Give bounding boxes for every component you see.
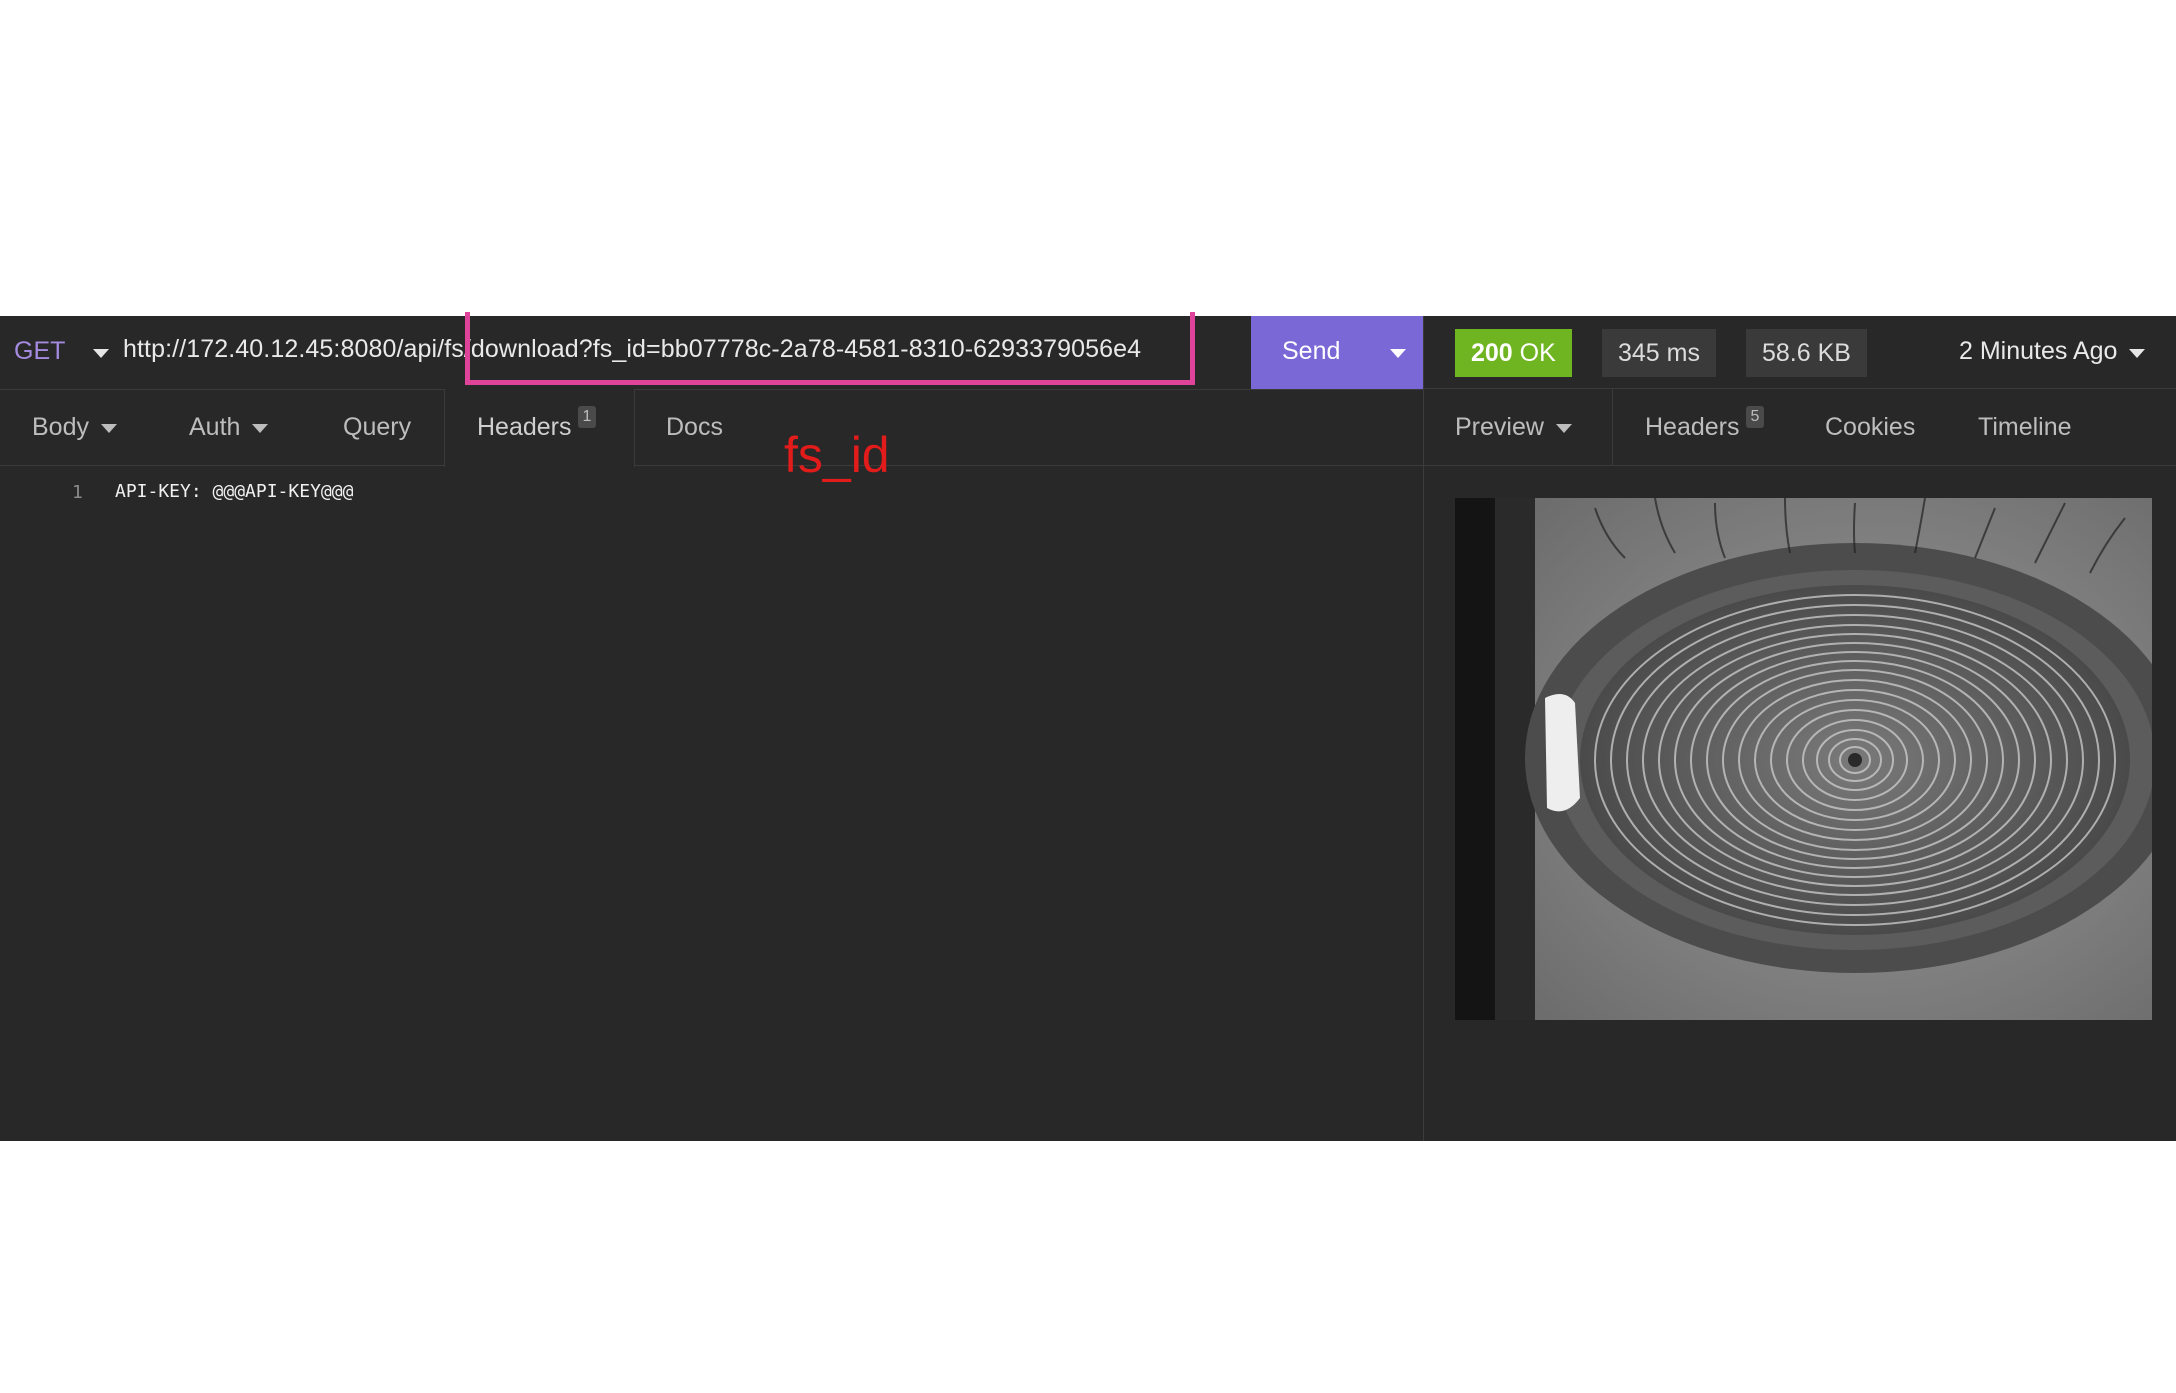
status-text: OK [1519, 339, 1556, 367]
tab-label: Preview [1455, 413, 1544, 441]
tab-body[interactable]: Body [32, 389, 117, 466]
send-button[interactable]: Send [1251, 316, 1423, 389]
status-code: 200 [1471, 339, 1513, 367]
chevron-down-icon [1555, 423, 1572, 433]
tab-auth[interactable]: Auth [189, 389, 269, 466]
header-count-badge: 5 [1745, 406, 1765, 428]
eye-image [1455, 498, 2152, 1020]
code-line[interactable]: API-KEY: @@@API-KEY@@@ [115, 481, 353, 502]
status-badge: 200 OK [1455, 329, 1572, 377]
annotation-highlight-box [465, 312, 1195, 385]
api-client-window: GET http://172.40.12.45:8080/api/fs/down… [0, 312, 2176, 1141]
http-method-selector[interactable]: GET [14, 337, 65, 366]
tab-response-headers[interactable]: Headers 5 [1612, 389, 1812, 466]
tab-label: Headers [477, 413, 572, 441]
tab-headers[interactable]: Headers 1 [444, 389, 635, 467]
tab-label: Docs [666, 413, 723, 441]
response-status-bar: 200 OK 345 ms 58.6 KB 2 Minutes Ago [1423, 316, 2176, 389]
tab-query[interactable]: Query [343, 389, 411, 466]
tab-docs[interactable]: Docs [666, 389, 723, 466]
chevron-down-icon [100, 423, 117, 433]
tab-label: Headers [1645, 413, 1740, 441]
tab-label: Auth [189, 413, 241, 441]
response-tabs: Preview Headers 5 Cookies Timeline [1423, 389, 2176, 466]
tab-label: Query [343, 413, 412, 441]
response-image-preview [1455, 498, 2152, 1020]
response-size: 58.6 KB [1746, 329, 1867, 377]
send-button-label: Send [1282, 337, 1341, 365]
request-tabs: Body Auth Query Headers 1 Docs [0, 389, 1423, 467]
chevron-down-icon[interactable] [1390, 349, 1406, 358]
chevron-down-icon[interactable] [2129, 349, 2145, 358]
headers-editor[interactable]: 1 API-KEY: @@@API-KEY@@@ [0, 466, 1423, 1141]
chevron-down-icon[interactable] [93, 349, 109, 358]
response-preview-pane [1423, 466, 2176, 1141]
line-number: 1 [72, 482, 83, 503]
response-time: 345 ms [1602, 329, 1716, 377]
tab-label: Timeline [1978, 413, 2072, 441]
response-history-selector[interactable]: 2 Minutes Ago [1959, 337, 2117, 366]
header-count-badge: 1 [577, 406, 597, 428]
tab-preview[interactable]: Preview [1455, 389, 1572, 466]
tab-timeline[interactable]: Timeline [1978, 389, 2072, 466]
tab-label: Cookies [1825, 413, 1916, 441]
chevron-down-icon [252, 423, 269, 433]
tab-cookies[interactable]: Cookies [1825, 389, 1915, 466]
url-bar: GET http://172.40.12.45:8080/api/fs/down… [0, 312, 1423, 390]
tab-label: Body [32, 413, 89, 441]
